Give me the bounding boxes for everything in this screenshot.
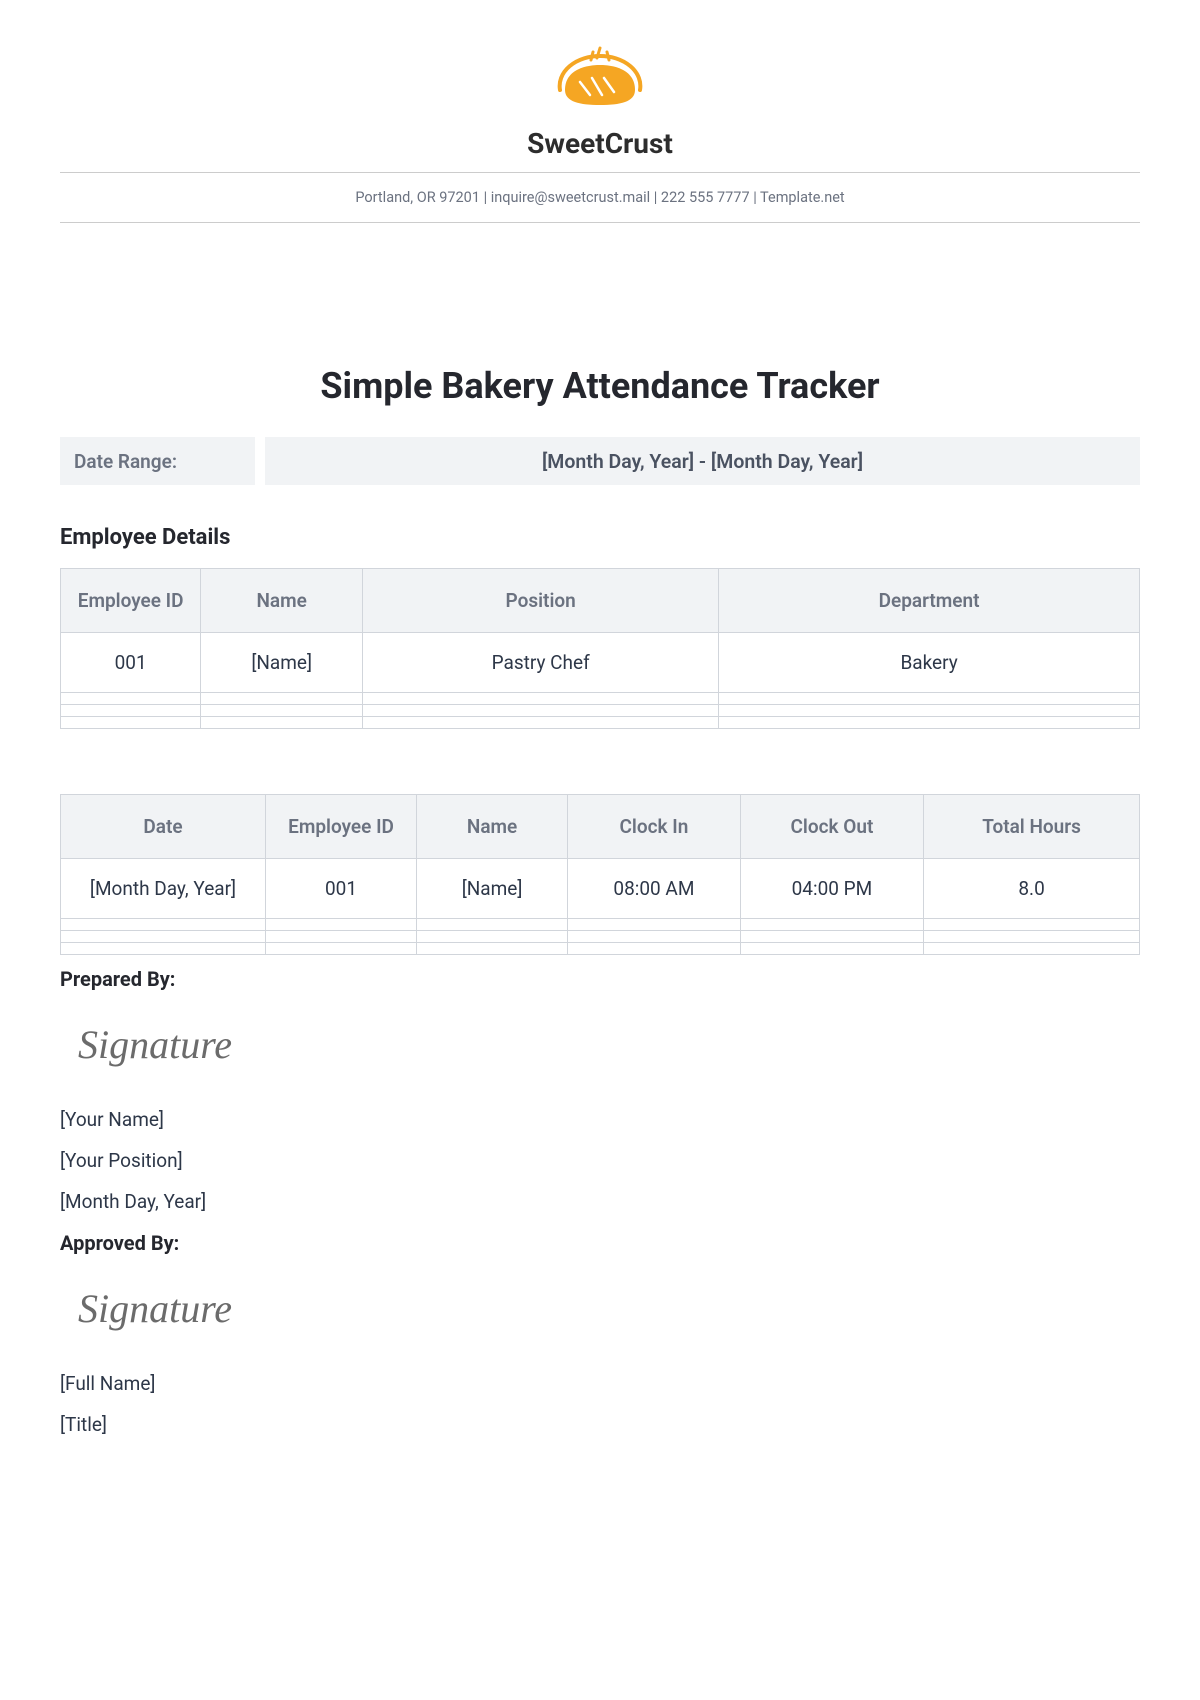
approved-by-title: [Title]	[60, 1413, 1140, 1436]
cell-date: [Month Day, Year]	[61, 859, 266, 919]
prepared-by-section: Prepared By: Signature [Your Name] [Your…	[60, 967, 1140, 1213]
attendance-table: Date Employee ID Name Clock In Clock Out…	[60, 794, 1140, 955]
date-range-bar: Date Range: [Month Day, Year] - [Month D…	[60, 437, 1140, 485]
table-row-empty	[61, 919, 1140, 931]
table-row-empty	[61, 931, 1140, 943]
col-header-clock-in: Clock In	[568, 795, 741, 859]
document-title: Simple Bakery Attendance Tracker	[60, 365, 1140, 407]
table-header-row: Date Employee ID Name Clock In Clock Out…	[61, 795, 1140, 859]
col-header-name: Name	[417, 795, 568, 859]
cell-total-hours: 8.0	[924, 859, 1140, 919]
prepared-by-signature: Signature	[78, 1021, 1140, 1068]
col-header-employee-id: Employee ID	[61, 569, 201, 633]
prepared-by-date: [Month Day, Year]	[60, 1190, 1140, 1213]
table-row-empty	[61, 717, 1140, 729]
employee-details-table: Employee ID Name Position Department 001…	[60, 568, 1140, 729]
col-header-employee-id: Employee ID	[266, 795, 417, 859]
logo-container: SweetCrust	[60, 40, 1140, 160]
contact-info-line: Portland, OR 97201 | inquire@sweetcrust.…	[60, 185, 1140, 210]
prepared-by-name: [Your Name]	[60, 1108, 1140, 1131]
prepared-by-label: Prepared By:	[60, 967, 1140, 991]
date-range-value: [Month Day, Year] - [Month Day, Year]	[265, 437, 1140, 485]
col-header-clock-out: Clock Out	[740, 795, 923, 859]
bakery-logo-icon	[545, 40, 655, 115]
table-row: 001 [Name] Pastry Chef Bakery	[61, 633, 1140, 693]
date-range-label: Date Range:	[60, 437, 255, 485]
col-header-position: Position	[363, 569, 719, 633]
col-header-total-hours: Total Hours	[924, 795, 1140, 859]
date-range-gap	[255, 437, 265, 485]
approved-by-label: Approved By:	[60, 1231, 1140, 1255]
col-header-name: Name	[201, 569, 363, 633]
cell-employee-id: 001	[266, 859, 417, 919]
prepared-by-position: [Your Position]	[60, 1149, 1140, 1172]
cell-name: [Name]	[201, 633, 363, 693]
document-page: SweetCrust Portland, OR 97201 | inquire@…	[0, 0, 1200, 1494]
col-header-department: Department	[719, 569, 1140, 633]
employee-details-heading: Employee Details	[60, 525, 1140, 550]
table-row-empty	[61, 705, 1140, 717]
col-header-date: Date	[61, 795, 266, 859]
table-row-empty	[61, 693, 1140, 705]
table-row: [Month Day, Year] 001 [Name] 08:00 AM 04…	[61, 859, 1140, 919]
cell-clock-in: 08:00 AM	[568, 859, 741, 919]
cell-employee-id: 001	[61, 633, 201, 693]
approved-by-signature: Signature	[78, 1285, 1140, 1332]
table-header-row: Employee ID Name Position Department	[61, 569, 1140, 633]
table-row-empty	[61, 943, 1140, 955]
header-divider-top	[60, 172, 1140, 173]
approved-by-section: Approved By: Signature [Full Name] [Titl…	[60, 1231, 1140, 1436]
cell-name: [Name]	[417, 859, 568, 919]
cell-position: Pastry Chef	[363, 633, 719, 693]
cell-department: Bakery	[719, 633, 1140, 693]
document-header: SweetCrust Portland, OR 97201 | inquire@…	[60, 40, 1140, 255]
cell-clock-out: 04:00 PM	[740, 859, 923, 919]
header-divider-bottom	[60, 222, 1140, 223]
approved-by-name: [Full Name]	[60, 1372, 1140, 1395]
brand-name: SweetCrust	[527, 127, 673, 160]
